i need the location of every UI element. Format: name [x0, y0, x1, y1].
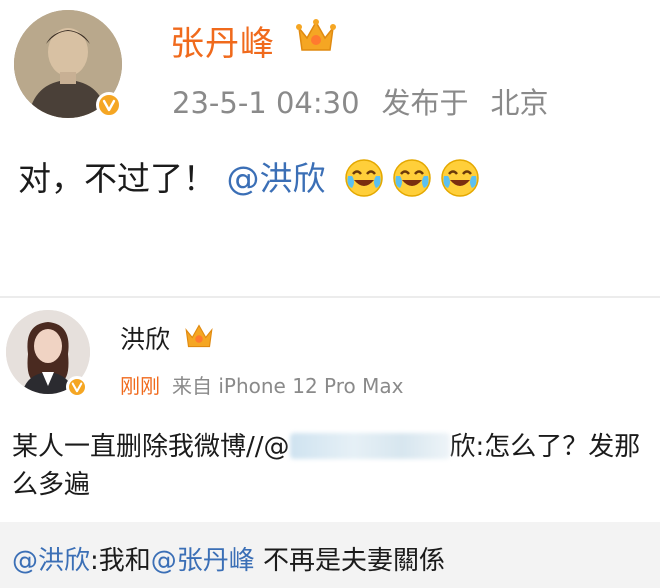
post-location: 北京 [490, 86, 549, 120]
verified-badge-icon [96, 92, 122, 118]
footer-text-2: 不再是夫妻關係 [254, 546, 446, 576]
footer-mention-link[interactable]: @洪欣 [12, 546, 90, 576]
post-meta: 23-5-1 04:30 发布于 北京 [172, 80, 571, 122]
quoted-meta: 刚刚 来自 iPhone 12 Pro Max [120, 370, 403, 399]
published-label: 发布于 [381, 86, 469, 120]
repost-text: @洪欣:我和@张丹峰 不再是夫妻關係 [12, 540, 445, 577]
quoted-source: 来自 iPhone 12 Pro Max [172, 374, 404, 398]
post-text: 对，不过了！ @洪欣 [18, 152, 480, 206]
laugh-cry-icon [392, 158, 432, 206]
repost-footer: @洪欣:我和@张丹峰 不再是夫妻關係 [0, 522, 660, 588]
footer-mention-link-2[interactable]: @张丹峰 [151, 546, 255, 576]
quoted-text: 某人一直删除我微博//@ 欣:怎么了？发那么多遍 [12, 428, 652, 504]
mention-link[interactable]: @洪欣 [227, 159, 326, 198]
quoted-author-name[interactable]: 洪欣 [120, 320, 170, 356]
main-post: 张丹峰 23-5-1 04:30 发布于 北京 对，不过了！ @洪欣 [0, 0, 660, 296]
author-name[interactable]: 张丹峰 [170, 16, 275, 65]
laugh-cry-icon [440, 158, 480, 206]
crown-icon [184, 322, 214, 354]
laugh-cry-icon [344, 158, 384, 206]
blurred-username [289, 433, 450, 459]
quoted-post: 洪欣 刚刚 来自 iPhone 12 Pro Max 某人一直删除我微博//@ 欣:… [0, 296, 660, 588]
post-text-main: 对，不过了！ [18, 159, 216, 198]
crown-icon [296, 18, 336, 58]
verified-badge-icon [66, 376, 88, 398]
quoted-text-before: 某人一直删除我微博//@ [12, 432, 290, 462]
post-timestamp: 23-5-1 04:30 [172, 86, 360, 120]
quoted-time: 刚刚 [120, 374, 160, 398]
footer-text-1: :我和 [90, 546, 151, 576]
